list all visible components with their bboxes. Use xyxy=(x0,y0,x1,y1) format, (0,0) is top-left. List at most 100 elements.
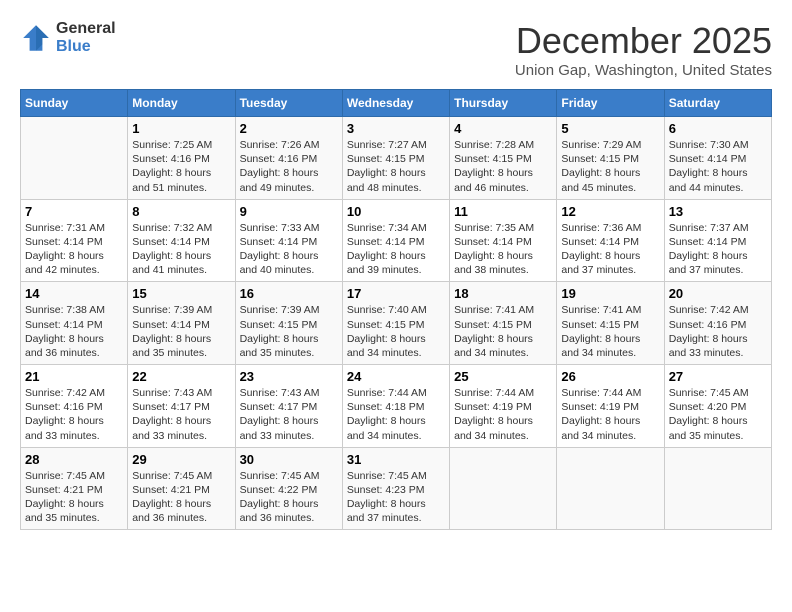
day-info: Sunrise: 7:36 AM Sunset: 4:14 PM Dayligh… xyxy=(561,221,659,278)
logo-icon xyxy=(20,22,52,54)
day-info: Sunrise: 7:34 AM Sunset: 4:14 PM Dayligh… xyxy=(347,221,445,278)
calendar-week-row: 7Sunrise: 7:31 AM Sunset: 4:14 PM Daylig… xyxy=(21,199,772,282)
calendar-cell: 13Sunrise: 7:37 AM Sunset: 4:14 PM Dayli… xyxy=(664,199,771,282)
header-monday: Monday xyxy=(128,90,235,117)
day-info: Sunrise: 7:42 AM Sunset: 4:16 PM Dayligh… xyxy=(669,303,767,360)
calendar-cell: 23 Sunrise: 7:43 AM Sunset: 4:17 PM Dayli… xyxy=(235,365,342,448)
day-number: 13 xyxy=(669,204,767,219)
day-number: 2 xyxy=(240,121,338,136)
day-number: 8 xyxy=(132,204,230,219)
day-number: 15 xyxy=(132,286,230,301)
location-title: Union Gap, Washington, United States xyxy=(515,62,772,79)
day-info: Sunrise: 7:45 AM Sunset: 4:22 PM Dayligh… xyxy=(240,469,338,526)
logo: General Blue xyxy=(20,20,116,55)
day-info: Sunrise: 7:45 AM Sunset: 4:23 PM Dayligh… xyxy=(347,469,445,526)
day-info: Sunrise: 7:25 AM Sunset: 4:16 PM Dayligh… xyxy=(132,138,230,195)
day-info: Sunrise: 7:44 AM Sunset: 4:18 PM Dayligh… xyxy=(347,386,445,443)
calendar-cell xyxy=(557,447,664,530)
header-tuesday: Tuesday xyxy=(235,90,342,117)
calendar-cell: 18 Sunrise: 7:41 AM Sunset: 4:15 PM Dayli… xyxy=(450,282,557,365)
calendar-header-row: SundayMondayTuesdayWednesdayThursdayFrid… xyxy=(21,90,772,117)
calendar-cell: 1 Sunrise: 7:25 AM Sunset: 4:16 PM Daylig… xyxy=(128,117,235,200)
day-number: 10 xyxy=(347,204,445,219)
calendar-table: SundayMondayTuesdayWednesdayThursdayFrid… xyxy=(20,89,772,530)
logo-general-text: General xyxy=(56,20,116,38)
calendar-cell: 19 Sunrise: 7:41 AM Sunset: 4:15 PM Dayli… xyxy=(557,282,664,365)
calendar-cell: 2 Sunrise: 7:26 AM Sunset: 4:16 PM Daylig… xyxy=(235,117,342,200)
day-info: Sunrise: 7:39 AM Sunset: 4:14 PM Dayligh… xyxy=(132,303,230,360)
month-title: December 2025 xyxy=(515,20,772,62)
day-info: Sunrise: 7:26 AM Sunset: 4:16 PM Dayligh… xyxy=(240,138,338,195)
day-number: 19 xyxy=(561,286,659,301)
day-number: 14 xyxy=(25,286,123,301)
day-number: 22 xyxy=(132,369,230,384)
header-friday: Friday xyxy=(557,90,664,117)
day-info: Sunrise: 7:39 AM Sunset: 4:15 PM Dayligh… xyxy=(240,303,338,360)
header-wednesday: Wednesday xyxy=(342,90,449,117)
calendar-cell: 5Sunrise: 7:29 AM Sunset: 4:15 PM Daylig… xyxy=(557,117,664,200)
day-info: Sunrise: 7:38 AM Sunset: 4:14 PM Dayligh… xyxy=(25,303,123,360)
day-info: Sunrise: 7:45 AM Sunset: 4:21 PM Dayligh… xyxy=(25,469,123,526)
calendar-cell: 25 Sunrise: 7:44 AM Sunset: 4:19 PM Dayli… xyxy=(450,365,557,448)
calendar-cell xyxy=(664,447,771,530)
day-number: 7 xyxy=(25,204,123,219)
day-number: 18 xyxy=(454,286,552,301)
day-number: 6 xyxy=(669,121,767,136)
day-number: 4 xyxy=(454,121,552,136)
day-number: 17 xyxy=(347,286,445,301)
calendar-week-row: 14 Sunrise: 7:38 AM Sunset: 4:14 PM Dayli… xyxy=(21,282,772,365)
day-info: Sunrise: 7:41 AM Sunset: 4:15 PM Dayligh… xyxy=(561,303,659,360)
day-info: Sunrise: 7:42 AM Sunset: 4:16 PM Dayligh… xyxy=(25,386,123,443)
calendar-cell: 31 Sunrise: 7:45 AM Sunset: 4:23 PM Dayli… xyxy=(342,447,449,530)
calendar-cell: 9 Sunrise: 7:33 AM Sunset: 4:14 PM Daylig… xyxy=(235,199,342,282)
day-number: 9 xyxy=(240,204,338,219)
day-info: Sunrise: 7:44 AM Sunset: 4:19 PM Dayligh… xyxy=(561,386,659,443)
title-block: December 2025 Union Gap, Washington, Uni… xyxy=(515,20,772,79)
calendar-cell xyxy=(21,117,128,200)
day-number: 1 xyxy=(132,121,230,136)
day-number: 23 xyxy=(240,369,338,384)
calendar-cell: 30 Sunrise: 7:45 AM Sunset: 4:22 PM Dayli… xyxy=(235,447,342,530)
day-info: Sunrise: 7:33 AM Sunset: 4:14 PM Dayligh… xyxy=(240,221,338,278)
day-number: 24 xyxy=(347,369,445,384)
calendar-cell: 27Sunrise: 7:45 AM Sunset: 4:20 PM Dayli… xyxy=(664,365,771,448)
day-info: Sunrise: 7:44 AM Sunset: 4:19 PM Dayligh… xyxy=(454,386,552,443)
day-info: Sunrise: 7:40 AM Sunset: 4:15 PM Dayligh… xyxy=(347,303,445,360)
header-thursday: Thursday xyxy=(450,90,557,117)
day-info: Sunrise: 7:43 AM Sunset: 4:17 PM Dayligh… xyxy=(132,386,230,443)
day-number: 31 xyxy=(347,452,445,467)
day-number: 11 xyxy=(454,204,552,219)
day-info: Sunrise: 7:30 AM Sunset: 4:14 PM Dayligh… xyxy=(669,138,767,195)
calendar-cell: 14 Sunrise: 7:38 AM Sunset: 4:14 PM Dayli… xyxy=(21,282,128,365)
calendar-cell: 17 Sunrise: 7:40 AM Sunset: 4:15 PM Dayli… xyxy=(342,282,449,365)
logo-blue-text: Blue xyxy=(56,38,116,56)
day-info: Sunrise: 7:32 AM Sunset: 4:14 PM Dayligh… xyxy=(132,221,230,278)
calendar-cell: 26 Sunrise: 7:44 AM Sunset: 4:19 PM Dayli… xyxy=(557,365,664,448)
day-number: 30 xyxy=(240,452,338,467)
calendar-cell: 4Sunrise: 7:28 AM Sunset: 4:15 PM Daylig… xyxy=(450,117,557,200)
day-info: Sunrise: 7:35 AM Sunset: 4:14 PM Dayligh… xyxy=(454,221,552,278)
calendar-week-row: 21 Sunrise: 7:42 AM Sunset: 4:16 PM Dayli… xyxy=(21,365,772,448)
day-number: 21 xyxy=(25,369,123,384)
day-info: Sunrise: 7:43 AM Sunset: 4:17 PM Dayligh… xyxy=(240,386,338,443)
day-number: 25 xyxy=(454,369,552,384)
calendar-cell: 11 Sunrise: 7:35 AM Sunset: 4:14 PM Dayli… xyxy=(450,199,557,282)
day-number: 20 xyxy=(669,286,767,301)
calendar-cell: 15 Sunrise: 7:39 AM Sunset: 4:14 PM Dayli… xyxy=(128,282,235,365)
day-number: 26 xyxy=(561,369,659,384)
day-info: Sunrise: 7:41 AM Sunset: 4:15 PM Dayligh… xyxy=(454,303,552,360)
calendar-cell: 12Sunrise: 7:36 AM Sunset: 4:14 PM Dayli… xyxy=(557,199,664,282)
calendar-cell xyxy=(450,447,557,530)
calendar-week-row: 28 Sunrise: 7:45 AM Sunset: 4:21 PM Dayli… xyxy=(21,447,772,530)
day-info: Sunrise: 7:45 AM Sunset: 4:20 PM Dayligh… xyxy=(669,386,767,443)
calendar-cell: 6 Sunrise: 7:30 AM Sunset: 4:14 PM Daylig… xyxy=(664,117,771,200)
calendar-cell: 24 Sunrise: 7:44 AM Sunset: 4:18 PM Dayli… xyxy=(342,365,449,448)
calendar-cell: 21 Sunrise: 7:42 AM Sunset: 4:16 PM Dayli… xyxy=(21,365,128,448)
day-info: Sunrise: 7:45 AM Sunset: 4:21 PM Dayligh… xyxy=(132,469,230,526)
calendar-cell: 22 Sunrise: 7:43 AM Sunset: 4:17 PM Dayli… xyxy=(128,365,235,448)
calendar-cell: 28 Sunrise: 7:45 AM Sunset: 4:21 PM Dayli… xyxy=(21,447,128,530)
calendar-week-row: 1 Sunrise: 7:25 AM Sunset: 4:16 PM Daylig… xyxy=(21,117,772,200)
day-number: 28 xyxy=(25,452,123,467)
page-header: General Blue December 2025 Union Gap, Wa… xyxy=(20,20,772,79)
day-number: 3 xyxy=(347,121,445,136)
